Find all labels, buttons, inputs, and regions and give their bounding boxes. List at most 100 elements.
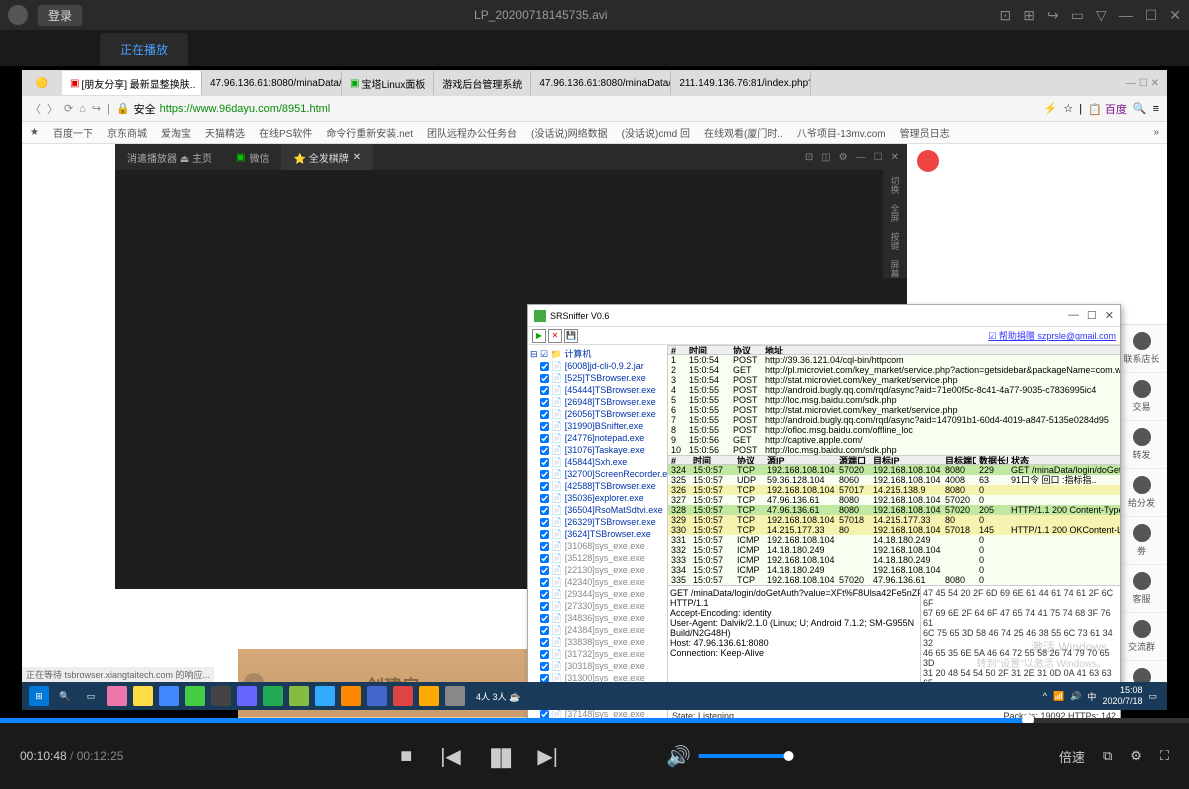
bookmark-item[interactable]: 京东商城 xyxy=(107,125,147,140)
browser-tab-5[interactable]: 211.149.136.76:81/index.php?cc xyxy=(671,71,811,95)
tree-item[interactable]: 📄 [32700]ScreenRecorder.exe xyxy=(530,468,665,480)
win-snap-icon[interactable]: ⊞ xyxy=(1023,7,1035,24)
emu-side-screen[interactable]: 屏幕 xyxy=(889,260,902,278)
tree-item[interactable]: 📄 [30318]sys_exe.exe xyxy=(530,660,665,672)
pip-icon[interactable]: ⧉ xyxy=(1103,748,1112,764)
http-row[interactable]: 715:0:55POSThttp://android.bugly.qq.com/… xyxy=(668,415,1120,425)
next-button[interactable]: ▶| xyxy=(537,744,558,769)
http-row[interactable]: 215:0:54GEThttp://pl.microviet.com/key_m… xyxy=(668,365,1120,375)
bookmark-item[interactable]: 八爷项目-13mv.com xyxy=(797,125,886,140)
volume-icon[interactable]: 🔊 xyxy=(666,744,691,769)
tree-item[interactable]: 📄 [26056]TSBrowser.exe xyxy=(530,408,665,420)
stop-button[interactable]: ■ xyxy=(400,745,412,768)
close-icon[interactable]: ✕ xyxy=(1169,7,1181,24)
tab-now-playing[interactable]: 正在播放 xyxy=(100,33,188,66)
sniffer-min-icon[interactable]: — xyxy=(1068,309,1079,322)
bookmark-item[interactable]: (没话说)cmd 回 xyxy=(622,125,690,140)
tree-item[interactable]: 📄 [35036]explorer.exe xyxy=(530,492,665,504)
packet-row[interactable]: 33415:0:57ICMP14.18.180.249192.168.108.1… xyxy=(668,565,1120,575)
http-row[interactable]: 115:0:54POSThttp://39.36.121.04/cql-bin/… xyxy=(668,355,1120,365)
rail-forward[interactable]: 转发 xyxy=(1116,421,1167,469)
rail-support[interactable]: 客服 xyxy=(1116,565,1167,613)
search-icon[interactable]: 🔍 xyxy=(1133,102,1147,115)
emu-tab-game[interactable]: ⭐ 全发棋牌 ✕ xyxy=(281,144,373,170)
speed-button[interactable]: 倍速 xyxy=(1059,747,1085,766)
rail-coupon[interactable]: 劵 xyxy=(1116,517,1167,565)
tray-vol-icon[interactable]: 🔊 xyxy=(1070,691,1081,702)
login-button[interactable]: 登录 xyxy=(38,5,82,26)
packet-row[interactable]: 32615:0:57TCP192.168.108.1045701714.215.… xyxy=(668,485,1120,495)
emu-tab-player[interactable]: 消遣播放器 ⏏ 主页 xyxy=(115,144,224,170)
site-badge[interactable] xyxy=(917,150,939,172)
browser-tab-3[interactable]: 游戏后台管理系统 xyxy=(434,71,531,95)
tb-app-5[interactable] xyxy=(211,686,231,706)
tree-item[interactable]: 📄 [36504]RsoMatSdtvi.exe xyxy=(530,504,665,516)
settings-icon[interactable]: ⚙ xyxy=(1130,748,1142,764)
rail-group[interactable]: 交流群 xyxy=(1116,613,1167,661)
sniffer-titlebar[interactable]: SRSniffer V0.6 —☐✕ xyxy=(528,305,1120,327)
http-row[interactable]: 515:0:55POSThttp://loc.msg.baidu.com/sdk… xyxy=(668,395,1120,405)
avatar[interactable] xyxy=(8,5,28,25)
back-icon[interactable]: 〈 xyxy=(30,101,41,117)
start-icon[interactable]: ⊞ xyxy=(29,686,49,706)
tb-app-1[interactable] xyxy=(107,686,127,706)
tree-item[interactable]: 📄 [26948]TSBrowser.exe xyxy=(530,396,665,408)
sniffer-process-tree[interactable]: ⊟ ☑ 📁 计算机 📄 [6008]jd-cli-0.9.2.jar📄 [525… xyxy=(528,345,668,718)
sniffer-save-icon[interactable]: 💾 xyxy=(564,329,578,343)
http-row[interactable]: 1015:0:56POSThttp://loc.msg.baidu.com/sd… xyxy=(668,445,1120,455)
tb-app-10[interactable] xyxy=(341,686,361,706)
tree-item[interactable]: 📄 [31732]sys_exe.exe xyxy=(530,648,665,660)
emu-tab-wechat[interactable]: ▣微信 xyxy=(224,144,281,170)
tree-item[interactable]: 📄 [24384]sys_exe.exe xyxy=(530,624,665,636)
minimize-icon[interactable]: — xyxy=(1119,7,1133,24)
http-row[interactable]: 415:0:55POSThttp://android.bugly.qq.com/… xyxy=(668,385,1120,395)
tray-up-icon[interactable]: ^ xyxy=(1043,691,1047,701)
packet-row[interactable]: 33215:0:57ICMP14.18.180.249192.168.108.1… xyxy=(668,545,1120,555)
tb-app-13[interactable] xyxy=(419,686,439,706)
tb-app-6[interactable] xyxy=(237,686,257,706)
tb-app-9[interactable] xyxy=(315,686,335,706)
bookmark-item[interactable]: 管理员日志 xyxy=(900,125,950,140)
rail-trade[interactable]: 交易 xyxy=(1116,373,1167,421)
tree-item[interactable]: 📄 [6008]jd-cli-0.9.2.jar xyxy=(530,360,665,372)
tray-ime-icon[interactable]: 中 xyxy=(1087,690,1096,703)
win-share-icon[interactable]: ↪ xyxy=(1047,7,1059,24)
url-input[interactable]: 🔒 安全 https://www.96dayu.com/8951.html xyxy=(116,101,1038,117)
tree-item[interactable]: 📄 [22130]sys_exe.exe xyxy=(530,564,665,576)
bookmark-item[interactable]: 团队远程办公任务台 xyxy=(427,125,517,140)
emu-side-keys[interactable]: 按键 xyxy=(889,232,902,250)
tb-app-11[interactable] xyxy=(367,686,387,706)
sniffer-help-link[interactable]: ☑ 帮助捐赠 szprsle@gmail.com xyxy=(988,329,1116,342)
sniffer-start-icon[interactable]: ▶ xyxy=(532,329,546,343)
packet-row[interactable]: 33015:0:57TCP14.215.177.3380192.168.108.… xyxy=(668,525,1120,535)
fullscreen-icon[interactable]: ⛶ xyxy=(1160,748,1169,764)
browser-tab-0[interactable]: ▣[朋友分享] 最新显整换肤.. xyxy=(62,71,202,95)
http-row[interactable]: 615:0:55POSThttp://stat.microviet.com/ke… xyxy=(668,405,1120,415)
sniffer-http-list[interactable]: 115:0:54POSThttp://39.36.121.04/cql-bin/… xyxy=(668,355,1120,455)
tree-item[interactable]: 📄 [31990]BSnifter.exe xyxy=(530,420,665,432)
http-row[interactable]: 815:0:55POSThttp://ofloc.msg.baidu.com/o… xyxy=(668,425,1120,435)
sniffer-stop-icon[interactable]: ✕ xyxy=(548,329,562,343)
tb-app-2[interactable] xyxy=(133,686,153,706)
tree-item[interactable]: 📄 [3624]TSBrowser.exe xyxy=(530,528,665,540)
browser-tab-2[interactable]: ▣宝塔Linux面板 xyxy=(342,71,434,95)
browser-tab-4[interactable]: 47.96.136.61:8080/minaData/log xyxy=(531,71,671,95)
sniffer-close-icon[interactable]: ✕ xyxy=(1105,309,1114,322)
prev-button[interactable]: |◀ xyxy=(440,744,461,769)
home-icon[interactable]: ⌂ xyxy=(79,103,86,115)
tb-running[interactable]: 4人 3人 ☕ xyxy=(476,690,520,703)
ext-icon[interactable]: ↪ xyxy=(92,102,101,115)
emu-side-fullscreen[interactable]: 全屏 xyxy=(889,204,902,222)
search-icon[interactable]: 🔍 xyxy=(55,686,75,706)
tree-item[interactable]: 📄 [31076]Taskaye.exe xyxy=(530,444,665,456)
tree-item[interactable]: 📄 [35128]sys_exe.exe xyxy=(530,552,665,564)
packet-row[interactable]: 32715:0:57TCP47.96.136.618080192.168.108… xyxy=(668,495,1120,505)
win-folder-icon[interactable]: ▭ xyxy=(1071,7,1084,24)
packet-row[interactable]: 32915:0:57TCP192.168.108.1045701814.215.… xyxy=(668,515,1120,525)
tree-item[interactable]: 📄 [26329]TSBrowser.exe xyxy=(530,516,665,528)
emu-side-switch[interactable]: 切换 xyxy=(889,176,902,194)
tb-app-4[interactable] xyxy=(185,686,205,706)
packet-row[interactable]: 32815:0:57TCP47.96.136.618080192.168.108… xyxy=(668,505,1120,515)
browser-tab-1[interactable]: 47.96.136.61:8080/minaData/log xyxy=(202,71,342,95)
tb-app-8[interactable] xyxy=(289,686,309,706)
